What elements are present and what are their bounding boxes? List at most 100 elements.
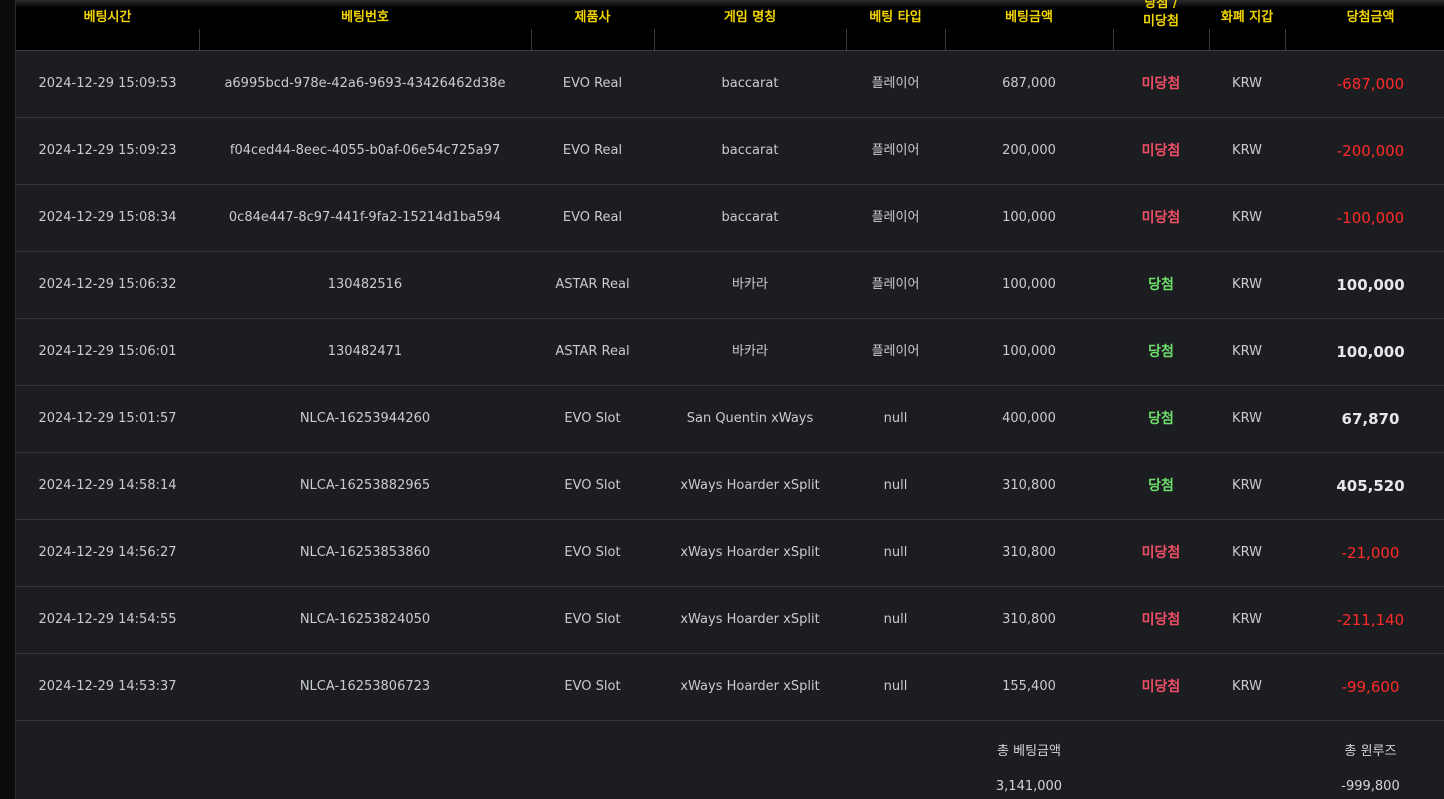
table-row[interactable]: 2024-12-29 15:01:57 NLCA-16253944260 EVO S… bbox=[16, 386, 1444, 453]
table-row[interactable]: 2024-12-29 14:53:37 NLCA-16253806723 EVO S… bbox=[16, 654, 1444, 721]
cell-win-amount: -21,000 bbox=[1341, 544, 1400, 562]
cell-bet-time: 2024-12-29 15:08:34 bbox=[38, 210, 177, 225]
col-header-currency-label: 화폐 지갑 bbox=[1220, 10, 1274, 25]
cell-currency: KRW bbox=[1232, 76, 1262, 91]
col-header-provider-label: 제품사 bbox=[574, 10, 611, 25]
cell-provider: EVO Slot bbox=[564, 411, 621, 426]
cell-provider: ASTAR Real bbox=[555, 277, 630, 292]
cell-win-amount: 405,520 bbox=[1336, 477, 1405, 495]
cell-bet-type: 플레이어 bbox=[871, 344, 920, 359]
cell-bet-type: 플레이어 bbox=[871, 143, 920, 158]
cell-bet-id: 130482471 bbox=[327, 344, 403, 359]
cell-provider: EVO Slot bbox=[564, 612, 621, 627]
cell-win-amount: -200,000 bbox=[1336, 142, 1405, 160]
table-row[interactable]: 2024-12-29 15:06:01 130482471 ASTAR Real 바카… bbox=[16, 319, 1444, 386]
cell-bet-id: NLCA-16253824050 bbox=[299, 612, 431, 627]
table-row[interactable]: 2024-12-29 14:58:14 NLCA-16253882965 EVO S… bbox=[16, 453, 1444, 520]
table-row[interactable]: 2024-12-29 14:54:55 NLCA-16253824050 EVO S… bbox=[16, 587, 1444, 654]
result-badge: 당첨 bbox=[1148, 411, 1174, 427]
cell-game-name: baccarat bbox=[721, 210, 779, 225]
cell-currency: KRW bbox=[1232, 679, 1262, 694]
cell-bet-amount: 155,400 bbox=[1002, 679, 1056, 694]
cell-game-name: baccarat bbox=[721, 143, 779, 158]
cell-bet-type: 플레이어 bbox=[871, 277, 920, 292]
cell-bet-id: 130482516 bbox=[327, 277, 403, 292]
cell-bet-type: 플레이어 bbox=[871, 210, 920, 225]
cell-bet-amount: 100,000 bbox=[1002, 210, 1056, 225]
col-header-result-line1: 당첨 / bbox=[1144, 0, 1178, 11]
result-badge: 미당첨 bbox=[1141, 210, 1181, 226]
total-bet-label: 총 베팅금액 bbox=[997, 744, 1061, 759]
cell-currency: KRW bbox=[1232, 210, 1262, 225]
cell-bet-time: 2024-12-29 14:54:55 bbox=[38, 612, 177, 627]
cell-provider: ASTAR Real bbox=[555, 344, 630, 359]
left-gutter bbox=[0, 0, 16, 799]
col-header-game-name[interactable]: 게임 명칭 bbox=[654, 0, 846, 50]
cell-bet-time: 2024-12-29 15:06:32 bbox=[38, 277, 177, 292]
table-row[interactable]: 2024-12-29 15:09:23 f04ced44-8eec-4055-b0… bbox=[16, 118, 1444, 185]
col-header-provider[interactable]: 제품사 bbox=[531, 0, 654, 50]
cell-bet-amount: 310,800 bbox=[1002, 612, 1056, 627]
table-row[interactable]: 2024-12-29 15:06:32 130482516 ASTAR Real 바카… bbox=[16, 252, 1444, 319]
total-winloss-value: -999,800 bbox=[1341, 779, 1400, 794]
cell-game-name: xWays Hoarder xSplit bbox=[680, 478, 820, 493]
cell-bet-time: 2024-12-29 15:01:57 bbox=[38, 411, 177, 426]
cell-bet-amount: 100,000 bbox=[1002, 277, 1056, 292]
cell-provider: EVO Slot bbox=[564, 679, 621, 694]
col-header-bet-time-label: 베팅시간 bbox=[83, 10, 132, 25]
cell-bet-amount: 100,000 bbox=[1002, 344, 1056, 359]
cell-bet-amount: 687,000 bbox=[1002, 76, 1056, 91]
result-badge: 미당첨 bbox=[1141, 679, 1181, 695]
table-row[interactable]: 2024-12-29 14:56:27 NLCA-16253853860 EVO S… bbox=[16, 520, 1444, 587]
cell-game-name: 바카라 bbox=[732, 344, 768, 359]
total-winloss-label: 총 윈루즈 bbox=[1344, 744, 1397, 759]
cell-game-name: xWays Hoarder xSplit bbox=[680, 545, 820, 560]
cell-bet-time: 2024-12-29 15:09:53 bbox=[38, 76, 177, 91]
cell-game-name: xWays Hoarder xSplit bbox=[680, 679, 820, 694]
cell-provider: EVO Real bbox=[562, 210, 623, 225]
cell-bet-time: 2024-12-29 14:53:37 bbox=[38, 679, 177, 694]
col-header-bet-time[interactable]: 베팅시간 bbox=[16, 0, 199, 50]
cell-currency: KRW bbox=[1232, 411, 1262, 426]
cell-win-amount: -100,000 bbox=[1336, 209, 1405, 227]
result-badge: 당첨 bbox=[1148, 277, 1174, 293]
cell-bet-amount: 200,000 bbox=[1002, 143, 1056, 158]
col-header-bet-amount[interactable]: 베팅금액 bbox=[945, 0, 1113, 50]
cell-win-amount: -211,140 bbox=[1336, 611, 1405, 629]
table-row[interactable]: 2024-12-29 15:08:34 0c84e447-8c97-441f-9f… bbox=[16, 185, 1444, 252]
cell-provider: EVO Real bbox=[562, 76, 623, 91]
col-header-win-amount[interactable]: 당첨금액 bbox=[1285, 0, 1444, 50]
result-badge: 미당첨 bbox=[1141, 545, 1181, 561]
cell-bet-type: 플레이어 bbox=[871, 76, 920, 91]
table-footer-summary: 총 베팅금액 3,141,000 총 윈루즈 -999,800 bbox=[16, 720, 1444, 799]
betting-history-view: 베팅시간 베팅번호 제품사 게임 명칭 베팅 타입 베팅금액 당첨 / 미당첨 bbox=[0, 0, 1444, 799]
cell-bet-amount: 400,000 bbox=[1002, 411, 1056, 426]
col-header-result-label: 당첨 / 미당첨 bbox=[1113, 0, 1209, 31]
col-header-currency[interactable]: 화폐 지갑 bbox=[1209, 0, 1285, 50]
cell-bet-id: NLCA-16253806723 bbox=[299, 679, 431, 694]
cell-bet-type: null bbox=[883, 411, 908, 426]
cell-bet-time: 2024-12-29 14:56:27 bbox=[38, 545, 177, 560]
col-header-result[interactable]: 당첨 / 미당첨 bbox=[1113, 0, 1209, 50]
cell-win-amount: -687,000 bbox=[1336, 75, 1405, 93]
col-header-win-amount-label: 당첨금액 bbox=[1346, 10, 1395, 25]
result-badge: 당첨 bbox=[1148, 344, 1174, 360]
cell-win-amount: 100,000 bbox=[1336, 343, 1405, 361]
cell-game-name: xWays Hoarder xSplit bbox=[680, 612, 820, 627]
col-header-bet-type[interactable]: 베팅 타입 bbox=[846, 0, 945, 50]
cell-currency: KRW bbox=[1232, 344, 1262, 359]
result-badge: 미당첨 bbox=[1141, 612, 1181, 628]
table-header: 베팅시간 베팅번호 제품사 게임 명칭 베팅 타입 베팅금액 당첨 / 미당첨 bbox=[16, 0, 1444, 51]
bet-history-table: 베팅시간 베팅번호 제품사 게임 명칭 베팅 타입 베팅금액 당첨 / 미당첨 bbox=[16, 0, 1444, 799]
result-badge: 미당첨 bbox=[1141, 143, 1181, 159]
cell-bet-amount: 310,800 bbox=[1002, 545, 1056, 560]
cell-win-amount: -99,600 bbox=[1341, 678, 1400, 696]
cell-bet-id: NLCA-16253882965 bbox=[299, 478, 431, 493]
cell-bet-time: 2024-12-29 15:09:23 bbox=[38, 143, 177, 158]
table-row[interactable]: 2024-12-29 15:09:53 a6995bcd-978e-42a6-96… bbox=[16, 51, 1444, 118]
cell-currency: KRW bbox=[1232, 545, 1262, 560]
cell-currency: KRW bbox=[1232, 277, 1262, 292]
col-header-bet-id[interactable]: 베팅번호 bbox=[199, 0, 531, 50]
total-bet-value: 3,141,000 bbox=[995, 779, 1063, 794]
col-header-game-name-label: 게임 명칭 bbox=[723, 10, 777, 25]
